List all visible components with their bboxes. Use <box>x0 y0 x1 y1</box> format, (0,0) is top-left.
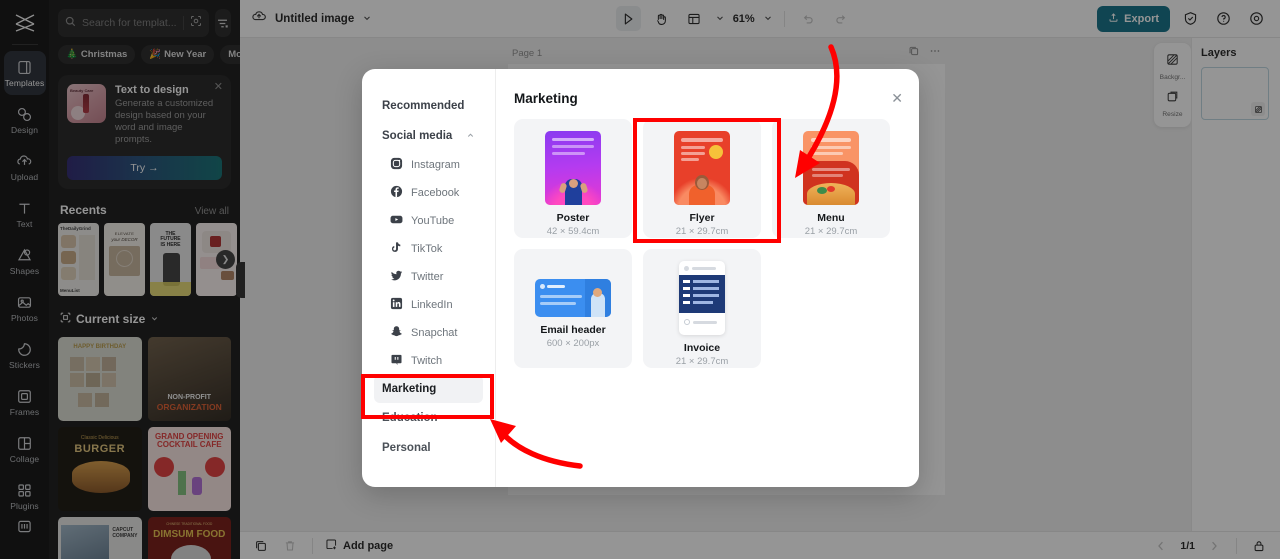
tiktok-icon <box>390 241 403 257</box>
nav-recommended[interactable]: Recommended <box>362 91 495 121</box>
template-name: Menu <box>817 212 845 224</box>
nav-label: Twitter <box>411 271 444 283</box>
modal-nav: Recommended Social media Instagram Faceb… <box>362 69 496 487</box>
template-name: Email header <box>540 324 606 336</box>
modal-title: Marketing <box>514 91 578 106</box>
nav-tiktok[interactable]: TikTok <box>362 235 495 263</box>
nav-twitch[interactable]: Twitch <box>362 347 495 375</box>
template-size: 21 × 29.7cm <box>675 356 729 367</box>
nav-twitter[interactable]: Twitter <box>362 263 495 291</box>
invoice-preview <box>679 261 725 335</box>
template-card-poster[interactable]: Poster 42 × 59.4cm <box>514 119 632 238</box>
template-card-invoice[interactable]: Invoice 21 × 29.7cm <box>643 249 761 368</box>
instagram-icon <box>390 157 403 173</box>
chevron-up-icon <box>466 131 475 142</box>
twitch-icon <box>390 353 403 369</box>
youtube-icon <box>390 213 403 229</box>
nav-label: Instagram <box>411 159 460 171</box>
snapchat-icon <box>390 325 403 341</box>
annotation-box-marketing <box>361 374 494 419</box>
app-root: Templates Design Upload Text Shapes Phot… <box>0 0 1280 559</box>
nav-linkedin[interactable]: LinkedIn <box>362 291 495 319</box>
nav-social-media-label: Social media <box>382 130 453 142</box>
template-card-menu[interactable]: Menu 21 × 29.7cm <box>772 119 890 238</box>
nav-instagram[interactable]: Instagram <box>362 151 495 179</box>
menu-preview <box>803 131 859 205</box>
nav-label: LinkedIn <box>411 299 453 311</box>
nav-snapchat[interactable]: Snapchat <box>362 319 495 347</box>
template-name: Invoice <box>683 342 721 354</box>
template-size: 600 × 200px <box>546 338 600 349</box>
nav-youtube[interactable]: YouTube <box>362 207 495 235</box>
nav-label: Snapchat <box>411 327 458 339</box>
twitter-icon <box>390 269 403 285</box>
close-icon[interactable]: ✕ <box>891 91 903 105</box>
nav-facebook[interactable]: Facebook <box>362 179 495 207</box>
facebook-icon <box>390 185 403 201</box>
template-name: Poster <box>556 212 590 224</box>
poster-preview <box>545 131 601 205</box>
nav-label: Twitch <box>411 355 443 367</box>
template-size: 42 × 59.4cm <box>546 226 600 237</box>
annotation-box-flyer <box>633 118 781 243</box>
nav-personal[interactable]: Personal <box>362 433 495 463</box>
template-card-email-header[interactable]: Email header 600 × 200px <box>514 249 632 368</box>
nav-social-media[interactable]: Social media <box>362 121 495 151</box>
nav-label: TikTok <box>411 243 443 255</box>
linkedin-icon <box>390 297 403 313</box>
nav-label: YouTube <box>411 215 455 227</box>
email-header-preview <box>535 279 611 317</box>
nav-label: Facebook <box>411 187 460 199</box>
template-size: 21 × 29.7cm <box>804 226 858 237</box>
